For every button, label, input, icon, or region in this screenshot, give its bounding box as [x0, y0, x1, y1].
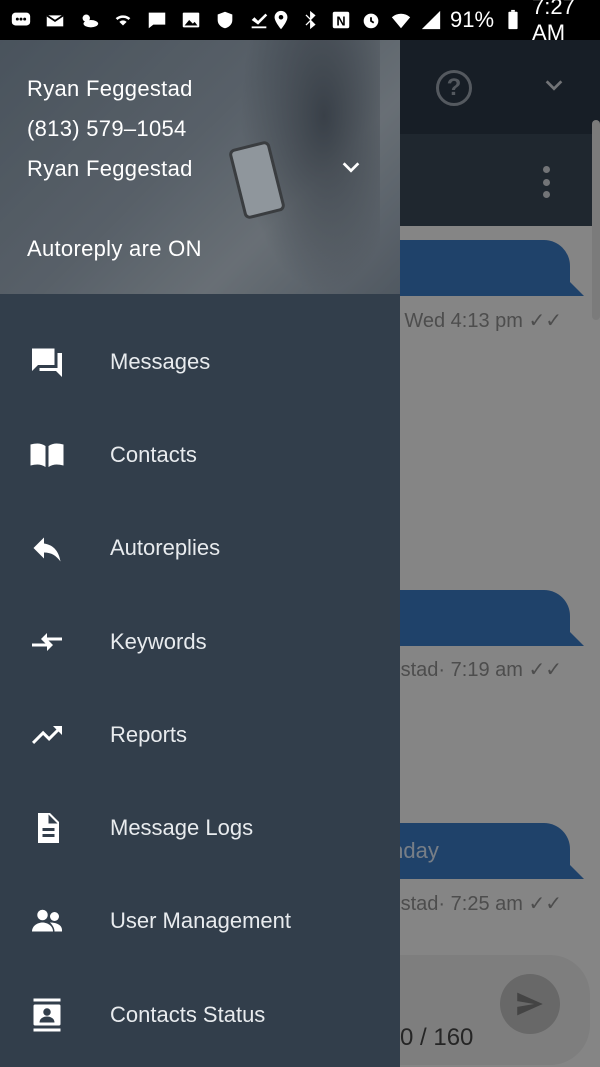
drawer-menu: Messages Contacts Autoreplies Keywords R… — [0, 315, 400, 1061]
account-name: Ryan Feggestad — [27, 76, 193, 101]
menu-item-user-management[interactable]: User Management — [0, 875, 400, 968]
clock: 7:27 AM — [532, 0, 575, 45]
battery-percent: 91% — [450, 7, 495, 32]
menu-item-label: Contacts — [110, 441, 197, 467]
account-phone: (813) 579–1054 — [27, 116, 187, 141]
menu-item-message-logs[interactable]: Message Logs — [0, 781, 400, 874]
menu-item-messages[interactable]: Messages — [0, 315, 400, 408]
menu-item-label: Messages — [110, 348, 211, 374]
menu-item-label: Keywords — [110, 628, 207, 654]
contact-card-icon — [28, 996, 66, 1034]
drawer-header: Ryan Feggestad (813) 579–1054 Ryan Fegge… — [0, 40, 400, 294]
weather-icon — [78, 9, 100, 31]
book-icon — [28, 436, 66, 474]
bluetooth-icon — [300, 9, 322, 31]
mail-icon — [44, 9, 66, 31]
battery-icon — [502, 9, 524, 31]
people-icon — [28, 902, 66, 940]
menu-item-label: User Management — [110, 908, 291, 934]
document-icon — [28, 809, 66, 847]
menu-item-label: Contacts Status — [110, 1001, 266, 1027]
svg-text:N: N — [336, 14, 345, 29]
vpn-shield-icon — [214, 9, 236, 31]
wifi-icon — [390, 9, 412, 31]
menu-item-contacts-status[interactable]: Contacts Status — [0, 968, 400, 1061]
message-icon — [146, 9, 168, 31]
signal-icon — [420, 9, 442, 31]
alarm-icon — [360, 9, 382, 31]
navigation-drawer: Ryan Feggestad (813) 579–1054 Ryan Fegge… — [0, 40, 400, 1067]
nfc-icon: N — [330, 9, 352, 31]
account-dropdown-icon[interactable] — [340, 156, 362, 178]
autoreply-status: Autoreply are ON — [27, 236, 202, 261]
compare-arrows-icon — [28, 623, 66, 661]
menu-item-keywords[interactable]: Keywords — [0, 595, 400, 688]
checkmark-icon — [248, 9, 270, 31]
menu-item-label: Autoreplies — [110, 535, 221, 561]
chat-bubble-icon — [10, 9, 32, 31]
menu-item-reports[interactable]: Reports — [0, 688, 400, 781]
status-bar: N 91% 7:27 AM — [0, 0, 600, 45]
location-icon — [270, 9, 292, 31]
menu-item-autoreplies[interactable]: Autoreplies — [0, 502, 400, 595]
forum-icon — [28, 343, 66, 381]
account-switcher-label[interactable]: Ryan Feggestad — [27, 156, 193, 182]
menu-item-label: Message Logs — [110, 815, 254, 841]
reply-icon — [28, 529, 66, 567]
screen: N 91% 7:27 AM ? Wed 4:13 pm ✓✓ dy stad· … — [0, 0, 600, 1067]
menu-item-label: Reports — [110, 721, 188, 747]
wifi-call-icon — [112, 9, 134, 31]
image-icon — [180, 9, 202, 31]
menu-item-contacts[interactable]: Contacts — [0, 408, 400, 501]
trending-up-icon — [28, 716, 66, 754]
